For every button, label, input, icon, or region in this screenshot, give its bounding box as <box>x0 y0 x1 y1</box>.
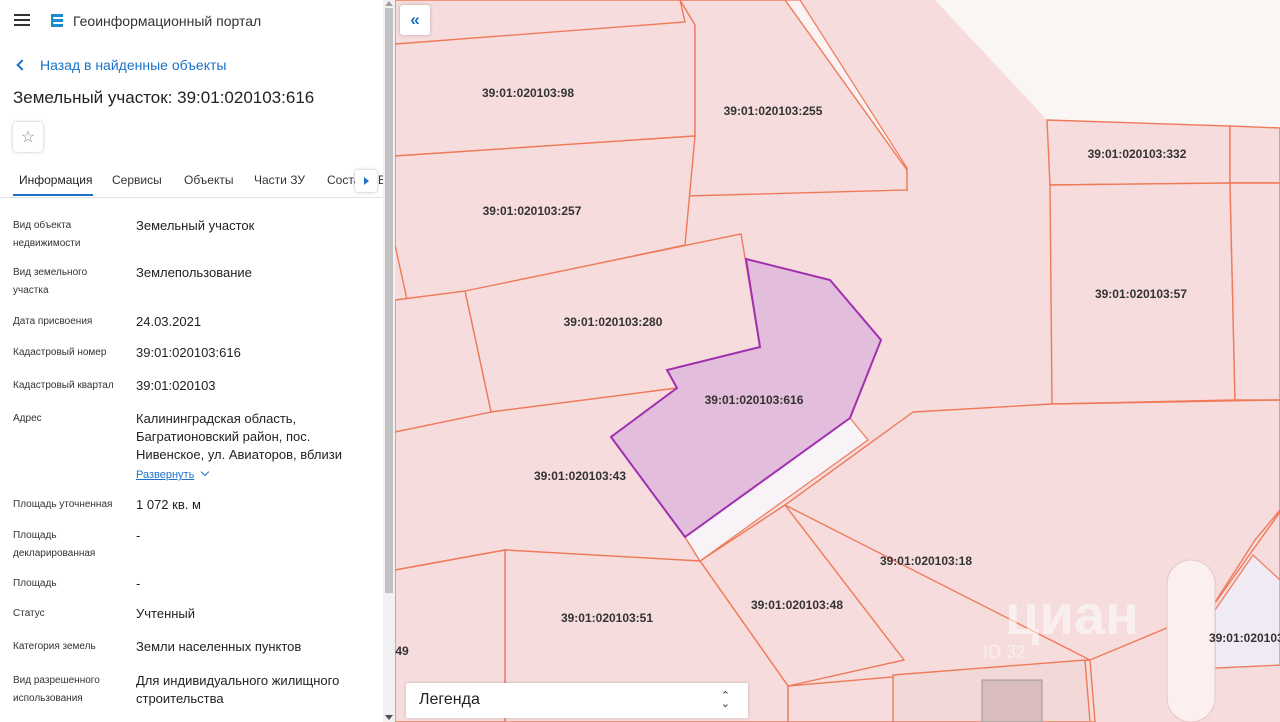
parcel-label-41: 39:01:020103:41 <box>1209 631 1280 645</box>
parcel-map[interactable]: циан ID 32 39:01:020103:98 39:01:020103:… <box>395 0 1280 722</box>
info-value: - <box>136 528 141 543</box>
info-label: Площадь <box>13 578 57 589</box>
tabs-next-button[interactable] <box>355 170 377 192</box>
info-value: 39:01:020103 <box>136 378 216 393</box>
parcel-label-43: 39:01:020103:43 <box>534 469 626 483</box>
info-label: Кадастровый номер <box>13 347 107 358</box>
tab-objects[interactable]: Объекты <box>184 173 234 187</box>
info-label: Статус <box>13 608 45 619</box>
menu-icon[interactable] <box>14 14 30 26</box>
info-label: Кадастровый квартал <box>13 380 114 391</box>
top-bar: Геоинформационный портал <box>0 0 383 42</box>
info-value: Земли населенных пунктов <box>136 639 302 654</box>
info-label: Вид объекта недвижимости <box>13 220 81 249</box>
tab-parts[interactable]: Части ЗУ <box>254 173 305 187</box>
tab-services[interactable]: Сервисы <box>112 173 162 187</box>
parcel-label-18: 39:01:020103:18 <box>880 554 972 568</box>
info-label: Площадь декларированная <box>13 530 96 559</box>
map-view[interactable]: циан ID 32 39:01:020103:98 39:01:020103:… <box>395 0 1280 722</box>
active-tab-indicator <box>13 194 93 196</box>
legend-label: Легенда <box>419 691 480 708</box>
chevron-left-icon <box>16 59 28 71</box>
info-value: 39:01:020103:616 <box>136 345 241 360</box>
address-value: Калининградская область, Багратионовский… <box>136 411 342 462</box>
parcel-label-98: 39:01:020103:98 <box>482 86 574 100</box>
info-label: Дата присвоения <box>13 316 93 327</box>
info-value: Земельный участок <box>136 218 255 233</box>
info-label: Площадь уточненная <box>13 499 113 510</box>
parcel-label-48: 39:01:020103:48 <box>751 598 843 612</box>
info-value: Землепользование <box>136 265 252 280</box>
info-label: Категория земель <box>13 641 96 652</box>
parcel-label-616: 39:01:020103:616 <box>705 393 804 407</box>
star-icon: ☆ <box>20 129 36 146</box>
tab-bar: Информация Сервисы Объекты Части ЗУ Сост… <box>0 166 383 198</box>
back-link[interactable]: Назад в найденные объекты <box>14 57 226 73</box>
watermark-text: циан <box>1005 583 1139 646</box>
expand-address-link[interactable]: Развернуть <box>136 466 210 484</box>
info-value: Для индивидуального жилищного строительс… <box>136 673 340 706</box>
info-value: 24.03.2021 <box>136 314 202 329</box>
legend-dropdown[interactable]: Легенда ⌃ ⌄ <box>406 683 748 718</box>
portal-logo-icon <box>51 14 63 27</box>
info-value-wrap: Калининградская область, Багратионовский… <box>136 410 366 484</box>
parcel-label-49: 49 <box>395 644 409 658</box>
parcel-label-51: 39:01:020103:51 <box>561 611 653 625</box>
info-label: Адрес <box>13 413 42 424</box>
info-label: Вид земельного участка <box>13 267 88 296</box>
info-value: Учтенный <box>136 606 196 621</box>
parcel-label-332: 39:01:020103:332 <box>1088 147 1187 161</box>
parcel-255 <box>679 0 908 197</box>
parcel-label-255: 39:01:020103:255 <box>724 104 823 118</box>
collapse-panel-button[interactable]: « <box>400 5 430 35</box>
sort-arrows-icon: ⌃ ⌄ <box>720 690 730 710</box>
parcel-label-57: 39:01:020103:57 <box>1095 287 1187 301</box>
watermark-id: ID 32 <box>983 642 1026 662</box>
info-value: 1 072 кв. м <box>136 497 201 512</box>
arrow-right-icon <box>364 177 369 185</box>
page-title: Земельный участок: 39:01:020103:616 <box>13 88 315 107</box>
parcel-label-257: 39:01:020103:257 <box>483 204 582 218</box>
info-label: Вид разрешенного использования <box>13 675 100 704</box>
tab-info[interactable]: Информация <box>19 173 92 187</box>
scroll-down-icon[interactable] <box>385 715 393 720</box>
scrollbar-thumb[interactable] <box>385 8 393 593</box>
app-title: Геоинформационный портал <box>73 13 262 29</box>
chevron-down-icon <box>201 467 210 477</box>
scroll-up-icon[interactable] <box>385 1 393 6</box>
info-value: - <box>136 576 141 591</box>
expand-label: Развернуть <box>136 469 195 481</box>
favorite-button[interactable]: ☆ <box>13 122 43 152</box>
back-link-label: Назад в найденные объекты <box>40 57 227 73</box>
parcel-label-280: 39:01:020103:280 <box>564 315 663 329</box>
panel-scrollbar[interactable] <box>383 0 395 722</box>
info-panel: Геоинформационный портал Назад в найденн… <box>0 0 383 722</box>
double-chevron-left-icon: « <box>410 10 420 29</box>
